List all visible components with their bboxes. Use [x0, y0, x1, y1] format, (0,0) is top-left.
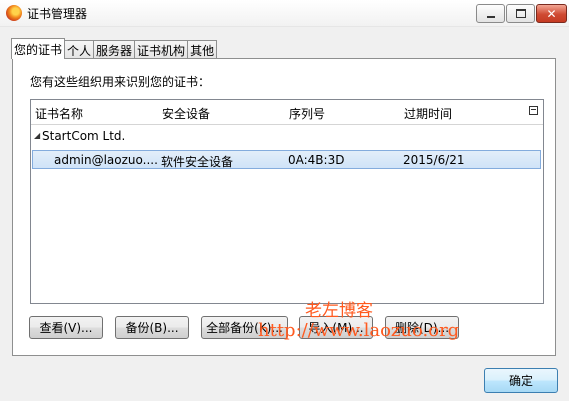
- close-icon: ✕: [546, 6, 557, 21]
- table-row[interactable]: admin@laozuo.... 软件安全设备 0A:4B:3D 2015/6/…: [32, 150, 541, 169]
- tab-others[interactable]: 其他: [187, 40, 218, 59]
- cell-device: 软件安全设备: [161, 155, 234, 169]
- tab-your-certificates[interactable]: 您的证书: [11, 38, 66, 59]
- tab-servers[interactable]: 服务器: [93, 40, 136, 59]
- column-header-name[interactable]: 证书名称: [35, 105, 83, 122]
- backup-all-button[interactable]: 全部备份(K)...: [201, 316, 288, 339]
- firefox-icon: [6, 5, 22, 21]
- column-picker-icon[interactable]: [529, 106, 538, 115]
- expand-triangle-icon[interactable]: ◢: [34, 131, 40, 140]
- minimize-button[interactable]: [476, 4, 505, 23]
- ok-button[interactable]: 确定: [484, 368, 558, 393]
- minimize-icon: [486, 15, 495, 18]
- maximize-icon: [515, 9, 526, 18]
- column-header-device[interactable]: 安全设备: [162, 105, 210, 122]
- delete-button[interactable]: 删除(D)...: [385, 316, 459, 339]
- tab-strip: 您的证书 个人 服务器 证书机构 其他: [11, 38, 218, 59]
- table-header: 证书名称 安全设备 序列号 过期时间: [31, 100, 543, 125]
- view-button[interactable]: 查看(V)...: [29, 316, 103, 339]
- cell-name: admin@laozuo....: [54, 153, 158, 167]
- maximize-button[interactable]: [506, 4, 535, 23]
- backup-button[interactable]: 备份(B)...: [115, 316, 189, 339]
- window-title: 证书管理器: [27, 7, 88, 21]
- column-header-expires[interactable]: 过期时间: [404, 105, 452, 122]
- tab-people[interactable]: 个人: [64, 40, 95, 59]
- certificate-tree[interactable]: 证书名称 安全设备 序列号 过期时间 ◢ StartCom Ltd. admin…: [30, 99, 544, 304]
- column-header-serial[interactable]: 序列号: [289, 105, 325, 122]
- close-button[interactable]: ✕: [536, 4, 567, 23]
- cell-expires: 2015/6/21: [403, 153, 465, 167]
- tab-panel: 您有这些组织用来识别您的证书： 证书名称 安全设备 序列号 过期时间 ◢ Sta…: [12, 58, 556, 356]
- group-label: StartCom Ltd.: [42, 129, 126, 143]
- cell-serial: 0A:4B:3D: [288, 153, 345, 167]
- tree-group-row[interactable]: ◢ StartCom Ltd.: [31, 127, 543, 147]
- prompt-text: 您有这些组织用来识别您的证书：: [30, 75, 211, 89]
- tab-authorities[interactable]: 证书机构: [134, 40, 189, 59]
- title-bar: 证书管理器 ✕: [0, 0, 569, 27]
- import-button[interactable]: 导入(M)...: [299, 316, 373, 339]
